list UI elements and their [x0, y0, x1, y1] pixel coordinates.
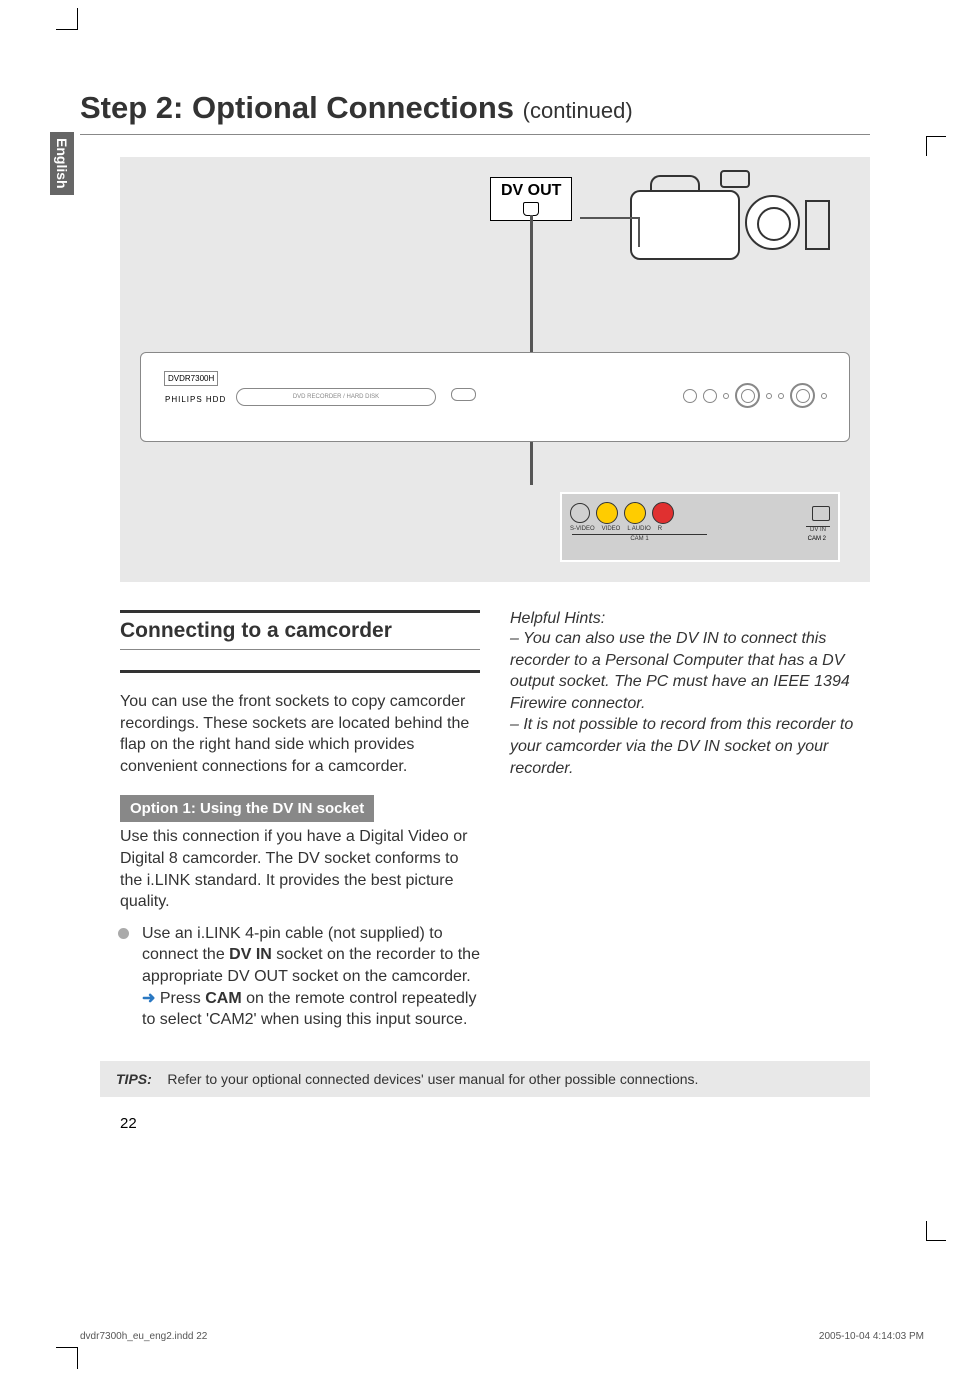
recorder-device: DVDR7300H PHILIPS HDD DVD RECORDER / HAR…: [140, 352, 850, 442]
button-icon: [766, 393, 772, 399]
video-port-icon: [596, 502, 618, 524]
option-banner: Option 1: Using the DV IN socket: [120, 795, 374, 822]
crop-mark: [56, 1347, 78, 1369]
left-column: Connecting to a camcorder You can use th…: [120, 610, 480, 1031]
device-buttons: [683, 383, 827, 408]
device-model: DVDR7300H: [164, 371, 218, 386]
page-number: 22: [120, 1115, 870, 1132]
hints-title: Helpful Hints:: [510, 610, 870, 628]
text-bold: CAM: [205, 990, 241, 1007]
crop-mark: [926, 136, 946, 156]
label-video: VIDEO: [602, 526, 621, 533]
hint-text: – It is not possible to record from this…: [510, 714, 870, 779]
button-icon: [723, 393, 729, 399]
audio-r-port-icon: [652, 502, 674, 524]
dvout-text: DV OUT: [501, 182, 561, 200]
button-icon: [778, 393, 784, 399]
button-icon: [703, 389, 717, 403]
eject-button-icon: [451, 388, 476, 401]
title-main: Step 2: Optional Connections: [80, 90, 523, 125]
text-bold: DV IN: [229, 946, 272, 963]
camcorder-icon: [630, 175, 800, 275]
page-title: Step 2: Optional Connections (continued): [80, 90, 870, 135]
label-svideo: S-VIDEO: [570, 526, 595, 533]
tips-box: TIPS: Refer to your optional connected d…: [100, 1061, 870, 1097]
audio-l-port-icon: [624, 502, 646, 524]
footer-file: dvdr7300h_eu_eng2.indd 22: [80, 1331, 207, 1342]
print-footer: dvdr7300h_eu_eng2.indd 22 2005-10-04 4:1…: [80, 1331, 924, 1342]
svideo-port-icon: [570, 503, 590, 523]
option-intro: Use this connection if you have a Digita…: [120, 826, 480, 912]
right-column: Helpful Hints: – You can also use the DV…: [510, 610, 870, 1031]
tips-text: Refer to your optional connected devices…: [167, 1071, 698, 1087]
crop-mark: [56, 8, 78, 30]
text: Press: [160, 990, 205, 1007]
crop-mark: [926, 1221, 946, 1241]
label-dvin: DV IN: [806, 526, 830, 533]
rule: [120, 670, 480, 673]
disc-tray: DVD RECORDER / HARD DISK: [236, 388, 436, 406]
connection-diagram: DV OUT DVDR7300H PHILIPS HDD DVD RECORDE…: [120, 157, 870, 582]
button-icon: [790, 383, 815, 408]
intro-paragraph: You can use the front sockets to copy ca…: [120, 691, 480, 777]
front-panel-detail: S-VIDEO VIDEO L AUDIO R DV IN CAM 1 CAM …: [560, 492, 840, 562]
tips-label: TIPS:: [116, 1071, 152, 1087]
label-audio-l: L AUDIO: [627, 526, 650, 533]
instruction-bullet: Use an i.LINK 4-pin cable (not supplied)…: [120, 923, 480, 1031]
footer-timestamp: 2005-10-04 4:14:03 PM: [819, 1331, 924, 1342]
language-tab: English: [50, 132, 74, 195]
label-cam2: CAM 2: [808, 536, 826, 542]
section-heading: Connecting to a camcorder: [120, 610, 480, 650]
button-icon: [683, 389, 697, 403]
arrow-icon: ➜: [142, 990, 160, 1007]
device-brand: PHILIPS HDD: [161, 393, 230, 406]
cable-line: [530, 215, 533, 485]
button-icon: [735, 383, 760, 408]
title-sub: (continued): [523, 98, 633, 123]
button-icon: [821, 393, 827, 399]
hint-text: – You can also use the DV IN to connect …: [510, 628, 870, 714]
dvin-port-icon: [812, 506, 830, 521]
dvout-port-icon: [523, 202, 539, 216]
label-audio-r: R: [658, 526, 662, 533]
label-cam1: CAM 1: [630, 536, 648, 542]
cable-line: [580, 217, 640, 219]
cable-line: [638, 217, 640, 247]
